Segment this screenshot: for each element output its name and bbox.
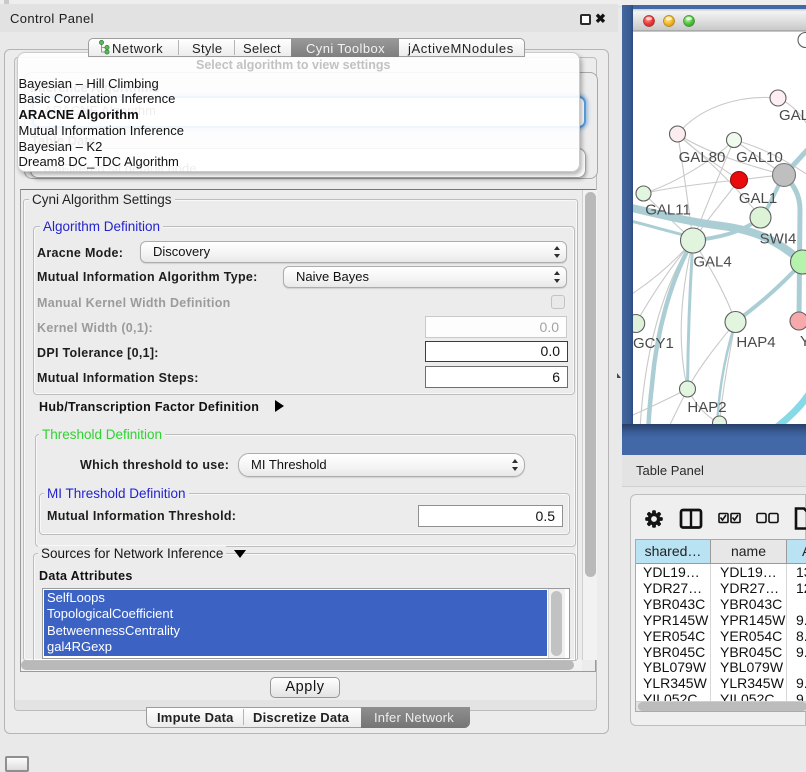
svg-text:GAL80: GAL80	[679, 149, 726, 166]
svg-text:GAL1: GAL1	[739, 190, 777, 207]
svg-text:GCY1: GCY1	[633, 335, 674, 352]
svg-text:SWI4: SWI4	[760, 231, 797, 248]
svg-text:HAP4: HAP4	[736, 334, 775, 351]
svg-text:GAL11: GAL11	[645, 202, 691, 219]
svg-text:GAL4: GAL4	[693, 254, 731, 271]
svg-text:GAL10: GAL10	[736, 149, 783, 166]
svg-text:GAL7: GAL7	[779, 107, 806, 124]
svg-text:HAP2: HAP2	[687, 399, 726, 416]
svg-text:Y: Y	[800, 333, 806, 350]
